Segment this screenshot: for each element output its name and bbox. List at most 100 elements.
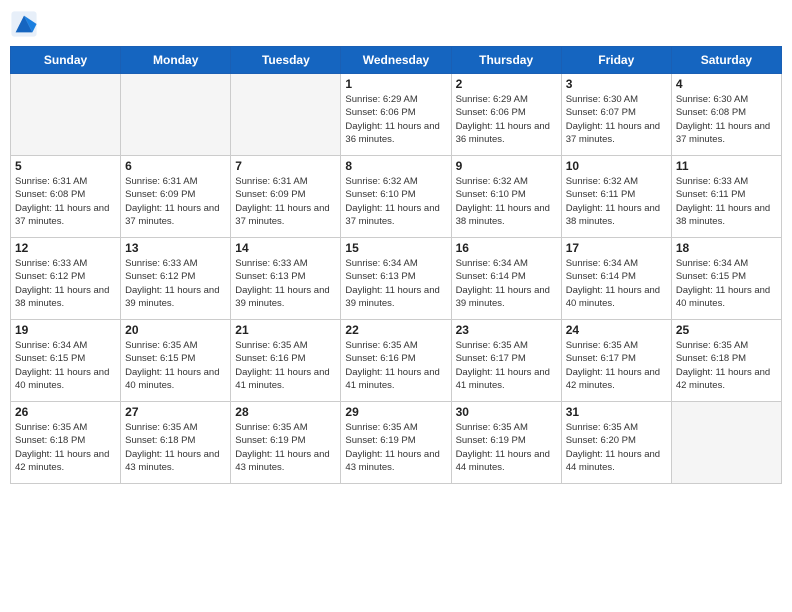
day-number: 16 bbox=[456, 241, 557, 255]
day-cell-5: 5Sunrise: 6:31 AM Sunset: 6:08 PM Daylig… bbox=[11, 156, 121, 238]
cell-info: Sunrise: 6:35 AM Sunset: 6:15 PM Dayligh… bbox=[125, 339, 226, 392]
day-number: 2 bbox=[456, 77, 557, 91]
cell-info: Sunrise: 6:34 AM Sunset: 6:13 PM Dayligh… bbox=[345, 257, 446, 310]
cell-info: Sunrise: 6:31 AM Sunset: 6:09 PM Dayligh… bbox=[235, 175, 336, 228]
day-number: 3 bbox=[566, 77, 667, 91]
day-cell-21: 21Sunrise: 6:35 AM Sunset: 6:16 PM Dayli… bbox=[231, 320, 341, 402]
day-number: 19 bbox=[15, 323, 116, 337]
day-number: 4 bbox=[676, 77, 777, 91]
day-number: 6 bbox=[125, 159, 226, 173]
day-cell-3: 3 Sunrise: 6:30 AM Sunset: 6:07 PM Daylig… bbox=[561, 74, 671, 156]
day-header-sunday: Sunday bbox=[11, 47, 121, 74]
cell-info: Sunrise: 6:34 AM Sunset: 6:15 PM Dayligh… bbox=[676, 257, 777, 310]
cell-info: Sunrise: 6:34 AM Sunset: 6:14 PM Dayligh… bbox=[456, 257, 557, 310]
week-row-0: 1 Sunrise: 6:29 AM Sunset: 6:06 PM Daylig… bbox=[11, 74, 782, 156]
cell-info: Sunrise: 6:35 AM Sunset: 6:18 PM Dayligh… bbox=[15, 421, 116, 474]
cell-info: Sunrise: 6:32 AM Sunset: 6:10 PM Dayligh… bbox=[456, 175, 557, 228]
day-header-thursday: Thursday bbox=[451, 47, 561, 74]
day-number: 26 bbox=[15, 405, 116, 419]
day-cell-28: 28 Sunrise: 6:35 AM Sunset: 6:19 PM Dayli… bbox=[231, 402, 341, 484]
day-number: 29 bbox=[345, 405, 446, 419]
cell-info: Sunrise: 6:35 AM Sunset: 6:19 PM Dayligh… bbox=[235, 421, 336, 474]
cell-info: Sunrise: 6:32 AM Sunset: 6:11 PM Dayligh… bbox=[566, 175, 667, 228]
day-cell-12: 12 Sunrise: 6:33 AM Sunset: 6:12 PM Dayli… bbox=[11, 238, 121, 320]
day-cell-17: 17 Sunrise: 6:34 AM Sunset: 6:14 PM Dayli… bbox=[561, 238, 671, 320]
day-cell-18: 18 Sunrise: 6:34 AM Sunset: 6:15 PM Dayli… bbox=[671, 238, 781, 320]
day-number: 1 bbox=[345, 77, 446, 91]
calendar-table: SundayMondayTuesdayWednesdayThursdayFrid… bbox=[10, 46, 782, 484]
logo-icon bbox=[10, 10, 38, 38]
week-row-2: 12 Sunrise: 6:33 AM Sunset: 6:12 PM Dayli… bbox=[11, 238, 782, 320]
cell-info: Sunrise: 6:35 AM Sunset: 6:18 PM Dayligh… bbox=[676, 339, 777, 392]
day-cell-26: 26 Sunrise: 6:35 AM Sunset: 6:18 PM Dayli… bbox=[11, 402, 121, 484]
day-cell-9: 9Sunrise: 6:32 AM Sunset: 6:10 PM Daylig… bbox=[451, 156, 561, 238]
cell-info: Sunrise: 6:35 AM Sunset: 6:19 PM Dayligh… bbox=[345, 421, 446, 474]
day-number: 8 bbox=[345, 159, 446, 173]
cell-info: Sunrise: 6:30 AM Sunset: 6:08 PM Dayligh… bbox=[676, 93, 777, 146]
day-number: 22 bbox=[345, 323, 446, 337]
cell-info: Sunrise: 6:35 AM Sunset: 6:18 PM Dayligh… bbox=[125, 421, 226, 474]
day-header-tuesday: Tuesday bbox=[231, 47, 341, 74]
day-header-wednesday: Wednesday bbox=[341, 47, 451, 74]
day-number: 24 bbox=[566, 323, 667, 337]
day-number: 7 bbox=[235, 159, 336, 173]
header bbox=[10, 10, 782, 38]
day-cell-27: 27 Sunrise: 6:35 AM Sunset: 6:18 PM Dayli… bbox=[121, 402, 231, 484]
day-number: 27 bbox=[125, 405, 226, 419]
cell-info: Sunrise: 6:35 AM Sunset: 6:19 PM Dayligh… bbox=[456, 421, 557, 474]
cell-info: Sunrise: 6:34 AM Sunset: 6:15 PM Dayligh… bbox=[15, 339, 116, 392]
day-cell-6: 6 Sunrise: 6:31 AM Sunset: 6:09 PM Daylig… bbox=[121, 156, 231, 238]
day-number: 14 bbox=[235, 241, 336, 255]
week-row-4: 26 Sunrise: 6:35 AM Sunset: 6:18 PM Dayli… bbox=[11, 402, 782, 484]
cell-info: Sunrise: 6:35 AM Sunset: 6:20 PM Dayligh… bbox=[566, 421, 667, 474]
day-number: 20 bbox=[125, 323, 226, 337]
day-number: 15 bbox=[345, 241, 446, 255]
day-header-friday: Friday bbox=[561, 47, 671, 74]
cell-info: Sunrise: 6:33 AM Sunset: 6:11 PM Dayligh… bbox=[676, 175, 777, 228]
cell-info: Sunrise: 6:35 AM Sunset: 6:16 PM Dayligh… bbox=[345, 339, 446, 392]
cell-info: Sunrise: 6:32 AM Sunset: 6:10 PM Dayligh… bbox=[345, 175, 446, 228]
day-number: 11 bbox=[676, 159, 777, 173]
cell-info: Sunrise: 6:29 AM Sunset: 6:06 PM Dayligh… bbox=[345, 93, 446, 146]
day-cell-31: 31Sunrise: 6:35 AM Sunset: 6:20 PM Dayli… bbox=[561, 402, 671, 484]
cell-info: Sunrise: 6:29 AM Sunset: 6:06 PM Dayligh… bbox=[456, 93, 557, 146]
day-cell-2: 2 Sunrise: 6:29 AM Sunset: 6:06 PM Daylig… bbox=[451, 74, 561, 156]
day-number: 25 bbox=[676, 323, 777, 337]
cell-info: Sunrise: 6:34 AM Sunset: 6:14 PM Dayligh… bbox=[566, 257, 667, 310]
day-number: 13 bbox=[125, 241, 226, 255]
day-number: 10 bbox=[566, 159, 667, 173]
cell-info: Sunrise: 6:35 AM Sunset: 6:17 PM Dayligh… bbox=[566, 339, 667, 392]
cell-info: Sunrise: 6:35 AM Sunset: 6:16 PM Dayligh… bbox=[235, 339, 336, 392]
day-cell-14: 14 Sunrise: 6:33 AM Sunset: 6:13 PM Dayli… bbox=[231, 238, 341, 320]
day-cell-22: 22 Sunrise: 6:35 AM Sunset: 6:16 PM Dayli… bbox=[341, 320, 451, 402]
page: SundayMondayTuesdayWednesdayThursdayFrid… bbox=[0, 0, 792, 612]
day-cell-25: 25 Sunrise: 6:35 AM Sunset: 6:18 PM Dayli… bbox=[671, 320, 781, 402]
day-number: 30 bbox=[456, 405, 557, 419]
day-cell-23: 23 Sunrise: 6:35 AM Sunset: 6:17 PM Dayli… bbox=[451, 320, 561, 402]
empty-cell bbox=[11, 74, 121, 156]
day-number: 28 bbox=[235, 405, 336, 419]
day-cell-1: 1 Sunrise: 6:29 AM Sunset: 6:06 PM Daylig… bbox=[341, 74, 451, 156]
cell-info: Sunrise: 6:31 AM Sunset: 6:09 PM Dayligh… bbox=[125, 175, 226, 228]
empty-cell bbox=[671, 402, 781, 484]
day-number: 5 bbox=[15, 159, 116, 173]
day-cell-24: 24 Sunrise: 6:35 AM Sunset: 6:17 PM Dayli… bbox=[561, 320, 671, 402]
day-number: 18 bbox=[676, 241, 777, 255]
day-number: 17 bbox=[566, 241, 667, 255]
cell-info: Sunrise: 6:33 AM Sunset: 6:12 PM Dayligh… bbox=[125, 257, 226, 310]
empty-cell bbox=[231, 74, 341, 156]
day-number: 12 bbox=[15, 241, 116, 255]
empty-cell bbox=[121, 74, 231, 156]
cell-info: Sunrise: 6:33 AM Sunset: 6:13 PM Dayligh… bbox=[235, 257, 336, 310]
cell-info: Sunrise: 6:30 AM Sunset: 6:07 PM Dayligh… bbox=[566, 93, 667, 146]
day-cell-29: 29 Sunrise: 6:35 AM Sunset: 6:19 PM Dayli… bbox=[341, 402, 451, 484]
day-cell-13: 13 Sunrise: 6:33 AM Sunset: 6:12 PM Dayli… bbox=[121, 238, 231, 320]
day-cell-16: 16 Sunrise: 6:34 AM Sunset: 6:14 PM Dayli… bbox=[451, 238, 561, 320]
day-number: 23 bbox=[456, 323, 557, 337]
cell-info: Sunrise: 6:33 AM Sunset: 6:12 PM Dayligh… bbox=[15, 257, 116, 310]
day-cell-10: 10 Sunrise: 6:32 AM Sunset: 6:11 PM Dayli… bbox=[561, 156, 671, 238]
day-cell-30: 30 Sunrise: 6:35 AM Sunset: 6:19 PM Dayli… bbox=[451, 402, 561, 484]
day-cell-11: 11 Sunrise: 6:33 AM Sunset: 6:11 PM Dayli… bbox=[671, 156, 781, 238]
header-row: SundayMondayTuesdayWednesdayThursdayFrid… bbox=[11, 47, 782, 74]
cell-info: Sunrise: 6:35 AM Sunset: 6:17 PM Dayligh… bbox=[456, 339, 557, 392]
